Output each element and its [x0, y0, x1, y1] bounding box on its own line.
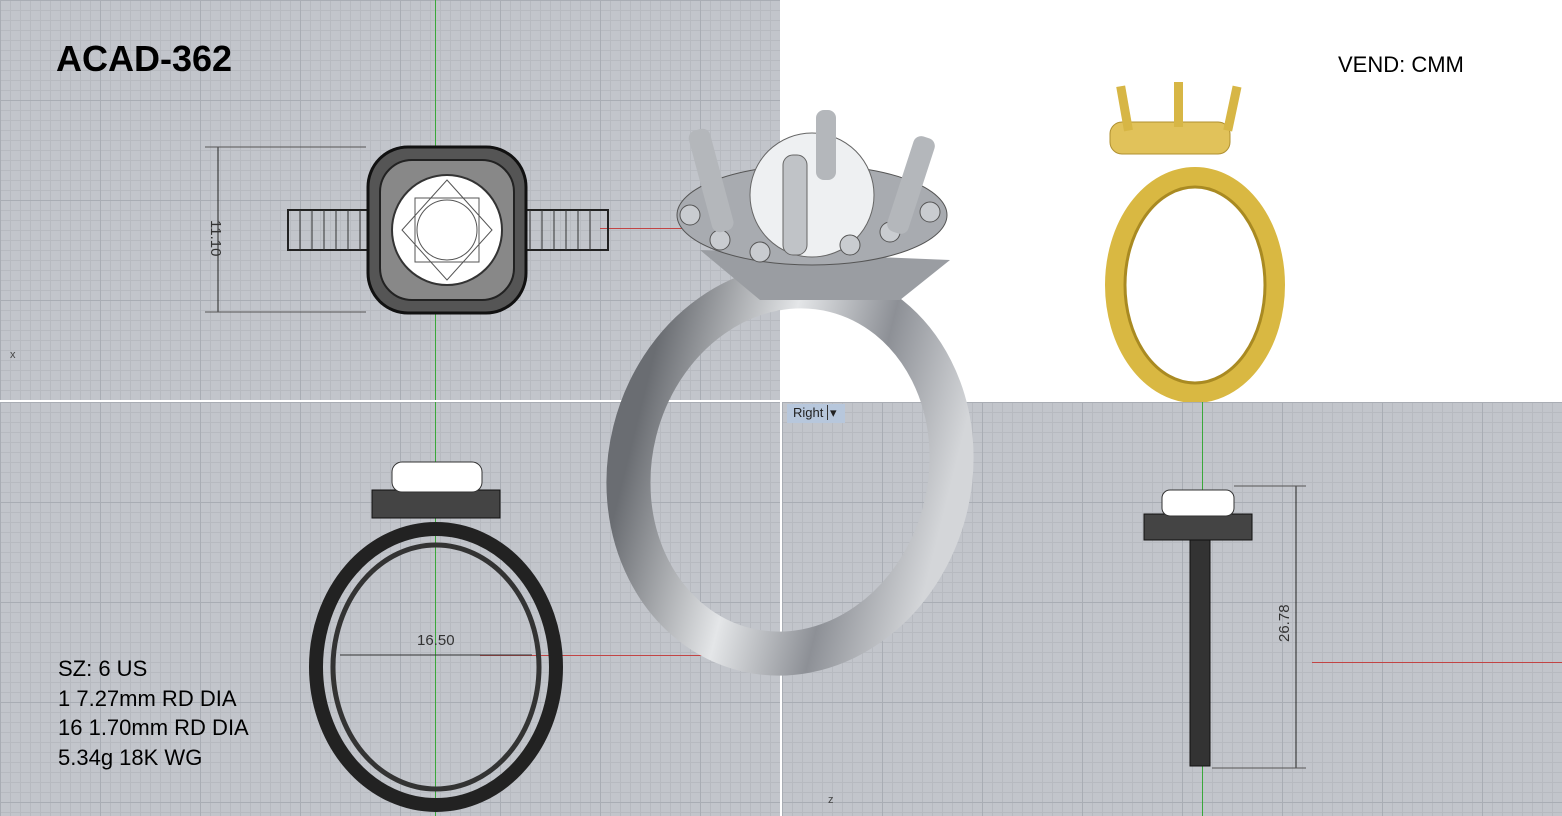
vendor-label: VEND: CMM [1338, 52, 1464, 77]
spec-list: SZ: 6 US 1 7.27mm RD DIA 16 1.70mm RD DI… [58, 654, 249, 772]
spec-size: SZ: 6 US [58, 656, 148, 681]
spec-accent-stones: 16 1.70mm RD DIA [58, 715, 249, 740]
spec-center-stone: 1 7.27mm RD DIA [58, 685, 237, 711]
model-title: ACAD-362 [56, 38, 233, 79]
spec-metal-weight: 5.34g 18K WG [58, 744, 203, 770]
